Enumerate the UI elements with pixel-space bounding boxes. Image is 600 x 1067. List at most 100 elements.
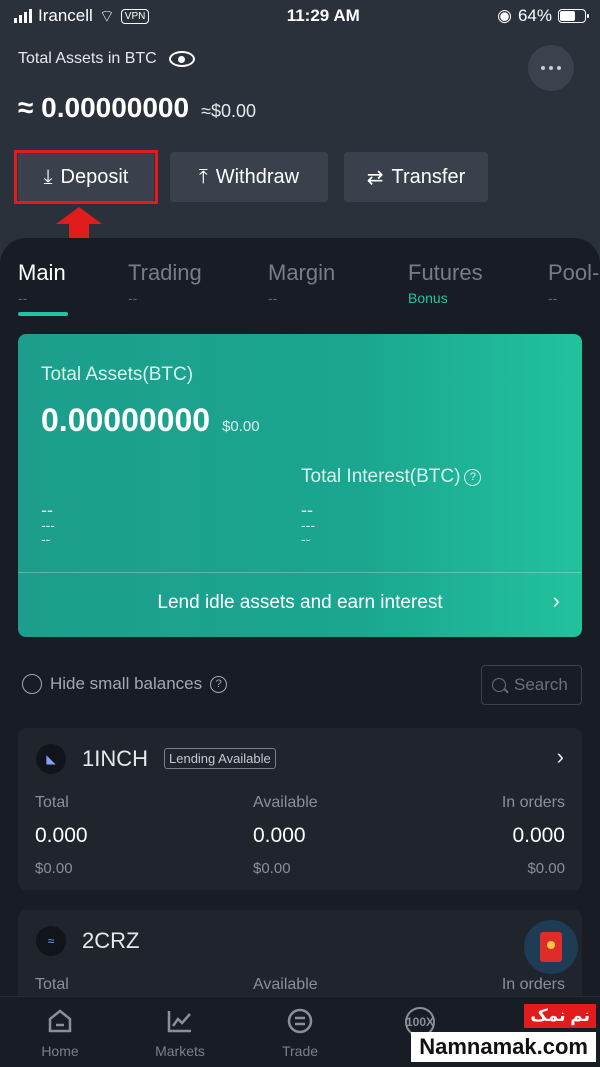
tab-margin-label: Margin [268, 260, 336, 285]
rotation-lock-icon: ◉ [497, 6, 512, 25]
tab-trading-sub: -- [128, 290, 138, 306]
tab-pool-x-sub: -- [548, 290, 558, 306]
hide-small-label: Hide small balances [50, 674, 203, 693]
card-btc-value: 0.00000000 [41, 402, 211, 438]
left-placeholder: -- --- -- [41, 500, 55, 547]
chevron-right-icon[interactable]: › [557, 744, 564, 770]
watermark-fa: نم نمک [524, 1004, 596, 1028]
total-assets-header: Total Assets in BTC [18, 50, 195, 68]
status-left: Irancell ⌔ VPN [14, 6, 150, 27]
search-input[interactable]: Search [481, 665, 582, 705]
total-assets-value: ≈ 0.00000000 ≈$0.00 [18, 92, 256, 124]
chart-icon [167, 1011, 191, 1033]
deposit-highlight-box [14, 150, 158, 204]
card-usd-value: $0.00 [222, 418, 260, 435]
in-orders-usd: $0.00 [527, 860, 565, 877]
wifi-icon: ⌔ [98, 6, 115, 26]
total-assets-card: Total Assets(BTC) 0.00000000 $0.00 Total… [18, 334, 582, 637]
card-divider [18, 572, 582, 573]
hide-small-balances-toggle[interactable]: Hide small balances ? [22, 674, 228, 694]
lend-promo-link[interactable]: Lend idle assets and earn interest [18, 592, 582, 614]
total-label: Total [35, 976, 69, 993]
tab-futures-bonus: Bonus [408, 290, 448, 306]
nav-home[interactable]: Home [0, 997, 120, 1067]
transfer-icon: ⇄ [366, 166, 384, 189]
help-icon[interactable]: ? [210, 675, 228, 693]
status-bar: Irancell ⌔ VPN 11:29 AM ◉ 64% [0, 0, 600, 32]
nav-home-label: Home [41, 1043, 79, 1059]
tab-margin-sub: -- [268, 290, 278, 306]
tab-main[interactable]: Main -- [18, 260, 128, 306]
more-button[interactable] [528, 45, 574, 91]
account-tabs: Main -- Trading -- Margin -- Futures Bon… [18, 260, 600, 306]
card-total-label: Total Assets(BTC) [41, 364, 194, 385]
status-right: ◉ 64% [497, 6, 589, 26]
asset-card-1inch[interactable]: ◣ 1INCH Lending Available › Total Availa… [18, 728, 582, 890]
left-dash-3: -- [41, 531, 51, 547]
chevron-right-icon[interactable]: › [553, 588, 560, 614]
tab-pool-x-label: Pool-X [548, 260, 600, 285]
card-total-value: 0.00000000 $0.00 [41, 402, 260, 439]
available-value: 0.000 [253, 824, 306, 847]
tab-margin[interactable]: Margin -- [268, 260, 408, 306]
tab-futures-label: Futures [408, 260, 483, 285]
left-dash-2: --- [41, 517, 55, 533]
clock: 11:29 AM [286, 6, 360, 25]
vpn-badge: VPN [120, 8, 150, 24]
total-label: Total [35, 794, 69, 811]
gift-envelope-icon [540, 932, 562, 962]
transfer-button[interactable]: ⇄ Transfer [344, 152, 488, 202]
battery-icon [558, 9, 589, 23]
battery-percent: 64% [517, 6, 552, 25]
nav-trade[interactable]: Trade [240, 997, 360, 1067]
search-icon [492, 678, 506, 692]
right-dash-3: -- [301, 531, 311, 547]
2crz-coin-icon: ≈ [36, 926, 66, 956]
assets-panel: Main -- Trading -- Margin -- Futures Bon… [0, 238, 600, 1067]
withdraw-button[interactable]: ⤒ Withdraw [170, 152, 328, 202]
red-packet-button[interactable] [524, 920, 578, 974]
right-placeholder: -- --- -- [301, 500, 315, 547]
radio-icon[interactable] [22, 674, 42, 694]
in-orders-value: 0.000 [512, 824, 565, 847]
tab-main-sub: -- [18, 290, 28, 306]
usd-value: ≈$0.00 [201, 101, 257, 121]
available-usd: $0.00 [253, 860, 291, 877]
eye-icon[interactable] [168, 51, 195, 67]
available-label: Available [253, 794, 318, 811]
nav-markets[interactable]: Markets [120, 997, 240, 1067]
tab-pool-x[interactable]: Pool-X -- [548, 260, 600, 306]
help-icon[interactable]: ? [464, 468, 482, 486]
trade-icon [287, 1008, 313, 1034]
1inch-coin-icon: ◣ [36, 744, 66, 774]
watermark: نم نمک Namnamak.com [411, 1004, 596, 1062]
watermark-en: Namnamak.com [411, 1032, 596, 1062]
home-icon [48, 1009, 72, 1033]
search-placeholder: Search [514, 675, 568, 694]
tab-trading-label: Trading [128, 260, 202, 285]
interest-label: Total Interest(BTC) ? [301, 466, 482, 488]
carrier-label: Irancell [38, 6, 93, 25]
tab-trading[interactable]: Trading -- [128, 260, 268, 306]
total-value: 0.000 [35, 824, 88, 847]
lending-badge: Lending Available [164, 748, 276, 769]
upload-icon: ⤒ [198, 165, 208, 188]
left-dash-1: -- [41, 500, 53, 520]
nav-trade-label: Trade [281, 1043, 319, 1059]
red-arrow-icon [56, 207, 102, 239]
interest-label-text: Total Interest(BTC) [301, 466, 461, 487]
in-orders-label: In orders [501, 794, 565, 811]
transfer-label: Transfer [391, 165, 466, 188]
total-usd: $0.00 [35, 860, 73, 877]
in-orders-label: In orders [501, 976, 565, 993]
active-tab-indicator [18, 312, 68, 316]
right-dash-1: -- [301, 500, 313, 520]
right-dash-2: --- [301, 517, 315, 533]
btc-value: ≈ 0.00000000 [18, 92, 190, 123]
nav-markets-label: Markets [155, 1043, 205, 1059]
withdraw-label: Withdraw [215, 165, 300, 188]
signal-icon [14, 9, 32, 23]
tab-futures[interactable]: Futures Bonus [408, 260, 548, 306]
asset-symbol: 2CRZ [82, 928, 140, 953]
available-label: Available [253, 976, 318, 993]
